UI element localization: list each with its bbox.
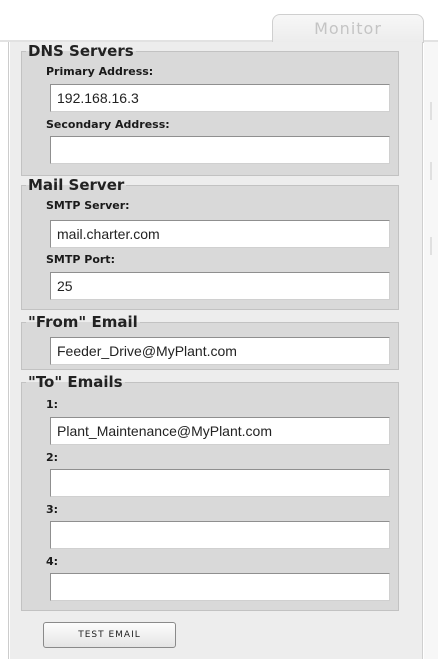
smtp-port-input[interactable] [50, 272, 390, 300]
mail-server-legend: Mail Server [28, 176, 125, 194]
tab-monitor[interactable]: Monitor [272, 14, 424, 43]
edge-mark [430, 237, 432, 255]
to-email-2-input[interactable] [50, 469, 390, 497]
left-divider [8, 42, 9, 659]
to-email-3-input[interactable] [50, 521, 390, 549]
to-email-2-label: 2: [46, 451, 59, 464]
to-email-1-label: 1: [46, 398, 59, 411]
to-email-3-label: 3: [46, 503, 59, 516]
from-email-legend: "From" Email [28, 313, 138, 331]
secondary-address-label: Secondary Address: [46, 118, 170, 131]
smtp-port-label: SMTP Port: [46, 253, 115, 266]
dns-servers-legend: DNS Servers [28, 42, 134, 60]
to-email-1-input[interactable] [50, 417, 390, 445]
to-emails-legend: "To" Emails [28, 373, 123, 391]
secondary-address-input[interactable] [50, 136, 390, 164]
test-email-button[interactable]: TEST EMAIL [43, 622, 176, 648]
smtp-server-input[interactable] [50, 220, 390, 248]
edge-mark [430, 102, 432, 120]
right-edge-area [424, 42, 438, 659]
from-email-input[interactable] [50, 337, 390, 365]
edge-mark [430, 162, 432, 180]
smtp-server-label: SMTP Server: [46, 199, 130, 212]
tab-strip: Monitor [0, 0, 438, 43]
to-email-4-input[interactable] [50, 573, 390, 601]
to-email-4-label: 4: [46, 555, 59, 568]
primary-address-input[interactable] [50, 84, 390, 112]
primary-address-label: Primary Address: [46, 65, 154, 78]
